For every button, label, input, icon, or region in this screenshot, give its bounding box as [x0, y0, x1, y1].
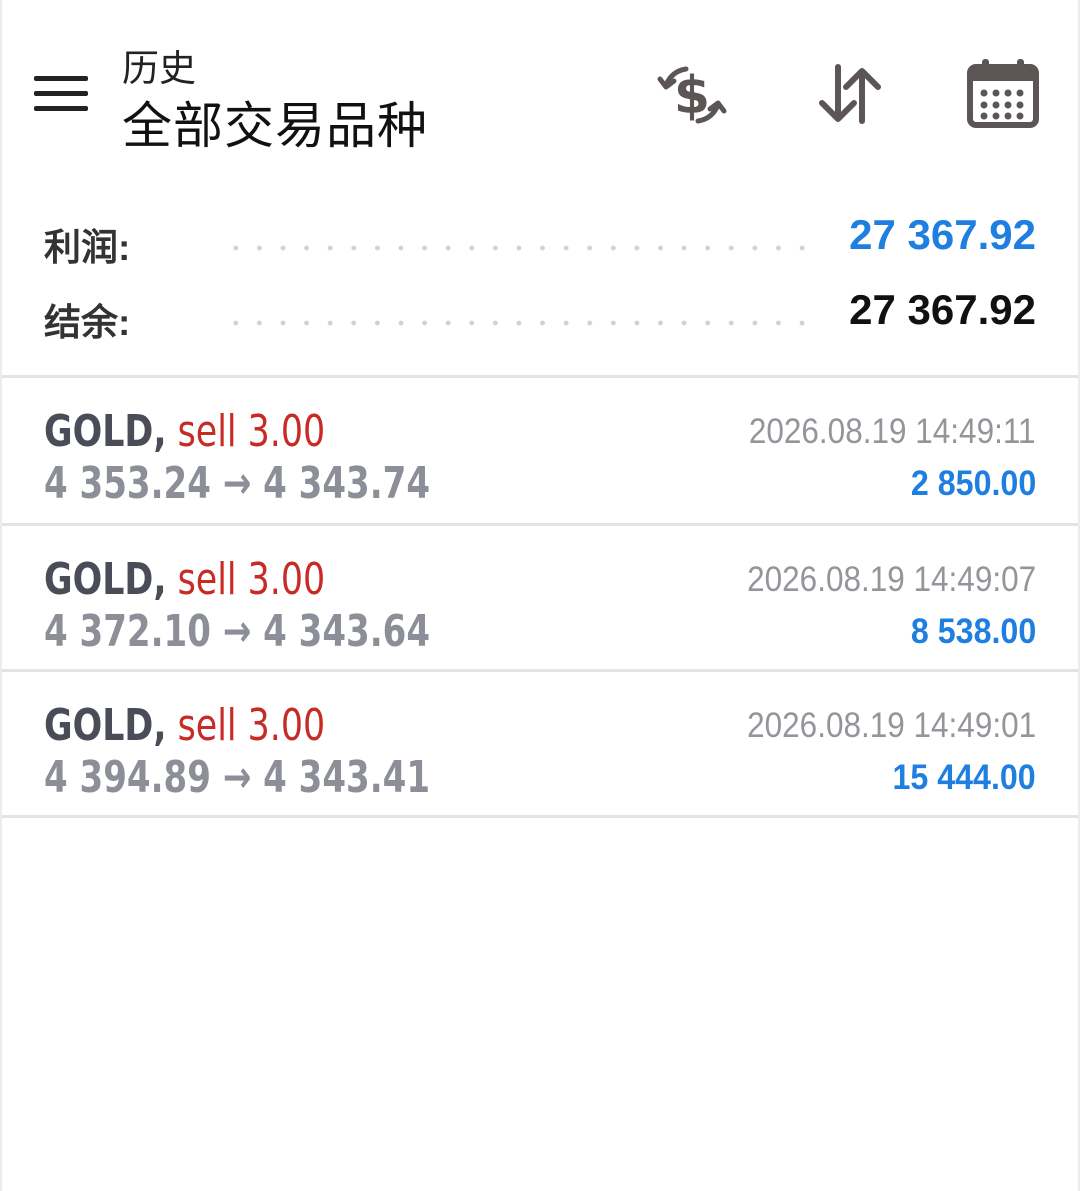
divider: [2, 815, 1078, 818]
currency-exchange-icon[interactable]: $: [652, 55, 732, 135]
trade-symbol: GOLD: [44, 700, 154, 751]
trade-time: 2026.08.19 14:49:07: [746, 560, 1036, 599]
symbol-filter-title[interactable]: 全部交易品种: [122, 86, 428, 158]
menu-icon[interactable]: [32, 72, 90, 116]
trade-symbol: GOLD: [44, 406, 154, 457]
profit-row: 利润: 27 367.92: [2, 209, 1078, 279]
dotted-leader: [224, 320, 814, 326]
trade-row[interactable]: GOLD, sell 3.00 4 394.89 → 4 343.41 2026…: [2, 672, 1078, 816]
trade-profit: 15 444.00: [892, 758, 1036, 797]
trade-time: 2026.08.19 14:49:11: [749, 412, 1036, 451]
trade-side: sell 3.00: [177, 700, 326, 751]
trade-side: sell 3.00: [177, 554, 326, 605]
trade-comma: ,: [153, 554, 167, 605]
balance-row: 结余: 27 367.92: [2, 284, 1078, 354]
trade-title: GOLD, sell 3.00: [44, 554, 325, 605]
balance-value: 27 367.92: [849, 286, 1036, 333]
trade-comma: ,: [153, 406, 167, 457]
trade-profit: 2 850.00: [910, 464, 1036, 503]
trade-title: GOLD, sell 3.00: [44, 406, 325, 457]
page-title: 历史: [122, 48, 196, 89]
trade-symbol: GOLD: [44, 554, 154, 605]
trade-row[interactable]: GOLD, sell 3.00 4 353.24 → 4 343.74 2026…: [2, 378, 1078, 522]
calendar-icon[interactable]: [964, 55, 1044, 135]
trade-time: 2026.08.19 14:49:01: [746, 706, 1036, 745]
trade-prices: 4 353.24 → 4 343.74: [44, 458, 431, 509]
sort-icon[interactable]: [810, 55, 890, 135]
trade-prices: 4 372.10 → 4 343.64: [44, 606, 431, 657]
profit-value: 27 367.92: [849, 211, 1036, 258]
app-header: 历史 全部交易品种 $: [2, 0, 1078, 175]
trade-prices: 4 394.89 → 4 343.41: [44, 752, 431, 803]
trade-row[interactable]: GOLD, sell 3.00 4 372.10 → 4 343.64 2026…: [2, 526, 1078, 670]
dotted-leader: [224, 245, 814, 251]
trade-profit: 8 538.00: [910, 612, 1036, 651]
profit-label: 利润:: [44, 227, 131, 268]
trade-title: GOLD, sell 3.00: [44, 700, 325, 751]
balance-label: 结余:: [44, 302, 131, 343]
trade-side: sell 3.00: [177, 406, 326, 457]
trade-comma: ,: [153, 700, 167, 751]
